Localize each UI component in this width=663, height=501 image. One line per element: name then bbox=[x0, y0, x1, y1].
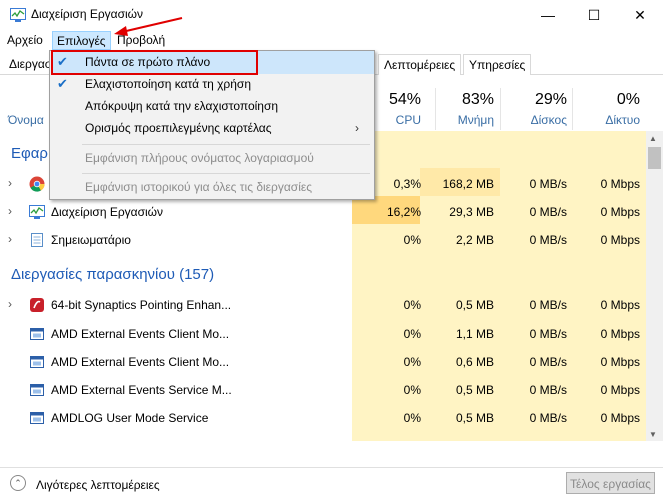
network-percent: 0% bbox=[616, 91, 640, 108]
memory-value: 2,2 MB bbox=[455, 233, 494, 247]
column-name-header[interactable]: Όνομα bbox=[8, 113, 44, 127]
scroll-down-icon[interactable]: ▼ bbox=[649, 430, 657, 439]
menu-file[interactable]: Αρχείο bbox=[3, 31, 47, 50]
expand-chevron-icon[interactable]: › bbox=[8, 176, 16, 190]
close-button[interactable]: ✕ bbox=[617, 0, 663, 30]
service-icon bbox=[30, 356, 44, 368]
close-icon: ✕ bbox=[634, 6, 646, 23]
table-row[interactable]: AMD External Events Client Mo... 0% 0,6 … bbox=[0, 348, 646, 376]
cpu-value: 0% bbox=[403, 355, 421, 369]
expand-chevron-icon[interactable]: › bbox=[8, 204, 16, 218]
menu-separator bbox=[82, 173, 370, 174]
process-name: Διαχείριση Εργασιών bbox=[51, 205, 164, 219]
notepad-icon bbox=[31, 233, 43, 247]
tab-details[interactable]: Λεπτομέρειες bbox=[378, 54, 462, 75]
task-manager-icon bbox=[29, 205, 45, 219]
disk-value: 0 MB/s bbox=[529, 233, 567, 247]
process-name: 64-bit Synaptics Pointing Enhan... bbox=[51, 298, 232, 312]
tab-services[interactable]: Υπηρεσίες bbox=[463, 54, 532, 75]
column-memory-header[interactable]: Μνήμη bbox=[424, 113, 494, 127]
process-name: AMDLOG User Mode Service bbox=[51, 411, 209, 425]
table-row[interactable]: › Διαχείριση Εργασιών 16,2% 29,3 MB 0 MB… bbox=[0, 198, 646, 226]
memory-value: 0,5 MB bbox=[455, 298, 494, 312]
network-value: 0 Mbps bbox=[600, 177, 640, 191]
disk-value: 0 MB/s bbox=[529, 205, 567, 219]
memory-value: 1,1 MB bbox=[455, 327, 494, 341]
memory-value: 0,6 MB bbox=[455, 355, 494, 369]
submenu-arrow-icon: › bbox=[355, 121, 359, 135]
disk-value: 0 MB/s bbox=[529, 327, 567, 341]
maximize-icon: ☐ bbox=[587, 6, 601, 23]
group-apps: Εφαρ bbox=[11, 145, 48, 162]
menu-item-show-full-account: Εμφάνιση πλήρους ονόματος λογαριασμού bbox=[85, 151, 314, 165]
table-row[interactable]: AMDLOG User Mode Service 0% 0,5 MB 0 MB/… bbox=[0, 404, 646, 432]
menu-item-default-tab[interactable]: Ορισμός προεπιλεγμένης καρτέλας › bbox=[50, 117, 376, 139]
disk-value: 0 MB/s bbox=[529, 298, 567, 312]
memory-value: 0,5 MB bbox=[455, 383, 494, 397]
annotation-arrow-icon bbox=[114, 17, 183, 36]
annotation-highlight-box bbox=[51, 50, 258, 75]
menu-options[interactable]: Επιλογές bbox=[52, 31, 111, 50]
cpu-value: 0% bbox=[403, 327, 421, 341]
memory-value: 168,2 MB bbox=[442, 177, 494, 191]
service-icon bbox=[30, 384, 44, 396]
minimize-icon: — bbox=[541, 7, 555, 23]
cpu-value: 0% bbox=[403, 383, 421, 397]
network-value: 0 Mbps bbox=[600, 383, 640, 397]
expand-chevron-icon[interactable]: › bbox=[8, 232, 16, 246]
menu-item-show-history: Εμφάνιση ιστορικού για όλες τις διεργασί… bbox=[85, 180, 312, 194]
process-name: AMD External Events Client Mo... bbox=[51, 355, 230, 369]
maximize-button[interactable]: ☐ bbox=[571, 0, 617, 30]
column-network-header[interactable]: Δίκτυο bbox=[570, 113, 640, 127]
expand-chevron-icon[interactable]: › bbox=[8, 297, 16, 311]
group-background: Διεργασίες παρασκηνίου (157) bbox=[11, 266, 215, 283]
network-value: 0 Mbps bbox=[600, 327, 640, 341]
fewer-details-link[interactable]: Λιγότερες λεπτομέρειες bbox=[36, 478, 160, 492]
service-icon bbox=[30, 412, 44, 424]
network-value: 0 Mbps bbox=[600, 205, 640, 219]
table-row[interactable]: AMD External Events Client Mo... 0% 1,1 … bbox=[0, 320, 646, 348]
memory-value: 29,3 MB bbox=[449, 205, 494, 219]
column-disk-header[interactable]: Δίσκος bbox=[497, 113, 567, 127]
disk-percent: 29% bbox=[534, 91, 567, 108]
minimize-button[interactable]: — bbox=[525, 0, 571, 30]
disk-value: 0 MB/s bbox=[529, 355, 567, 369]
chrome-icon bbox=[29, 176, 45, 192]
menu-item-hide-when-minimized[interactable]: Απόκρυψη κατά την ελαχιστοποίηση bbox=[50, 95, 376, 117]
menu-item-minimize-on-use[interactable]: ✔ Ελαχιστοποίηση κατά τη χρήση bbox=[50, 73, 376, 95]
network-value: 0 Mbps bbox=[600, 411, 640, 425]
scroll-up-icon[interactable]: ▲ bbox=[649, 134, 657, 143]
process-name: AMD External Events Client Mo... bbox=[51, 327, 230, 341]
cpu-value: 0% bbox=[403, 233, 421, 247]
network-value: 0 Mbps bbox=[600, 233, 640, 247]
checkmark-icon: ✔ bbox=[57, 76, 68, 91]
service-icon bbox=[30, 328, 44, 340]
vertical-scrollbar[interactable] bbox=[646, 131, 663, 441]
memory-percent: 83% bbox=[461, 91, 494, 108]
table-row[interactable]: › 64-bit Synaptics Pointing Enhan... 0% … bbox=[0, 291, 646, 319]
network-value: 0 Mbps bbox=[600, 355, 640, 369]
process-name: AMD External Events Service M... bbox=[51, 383, 232, 397]
scrollbar-thumb[interactable] bbox=[648, 147, 661, 169]
process-name: Σημειωματάριο bbox=[51, 233, 131, 247]
memory-value: 0,5 MB bbox=[455, 411, 494, 425]
table-row[interactable]: › Σημειωματάριο 0% 2,2 MB 0 MB/s 0 Mbps bbox=[0, 226, 646, 254]
disk-value: 0 MB/s bbox=[529, 177, 567, 191]
collapse-icon[interactable]: ⌃ bbox=[10, 475, 26, 491]
disk-value: 0 MB/s bbox=[529, 411, 567, 425]
cpu-value: 16,2% bbox=[386, 205, 421, 219]
menu-separator bbox=[82, 144, 370, 145]
task-manager-icon bbox=[10, 8, 26, 22]
cpu-value: 0% bbox=[403, 411, 421, 425]
disk-value: 0 MB/s bbox=[529, 383, 567, 397]
table-row[interactable]: AMD External Events Service M... 0% 0,5 … bbox=[0, 376, 646, 404]
end-task-button[interactable]: Τέλος εργασίας bbox=[566, 472, 655, 494]
network-value: 0 Mbps bbox=[600, 298, 640, 312]
synaptics-icon bbox=[30, 298, 44, 312]
cpu-value: 0% bbox=[403, 298, 421, 312]
